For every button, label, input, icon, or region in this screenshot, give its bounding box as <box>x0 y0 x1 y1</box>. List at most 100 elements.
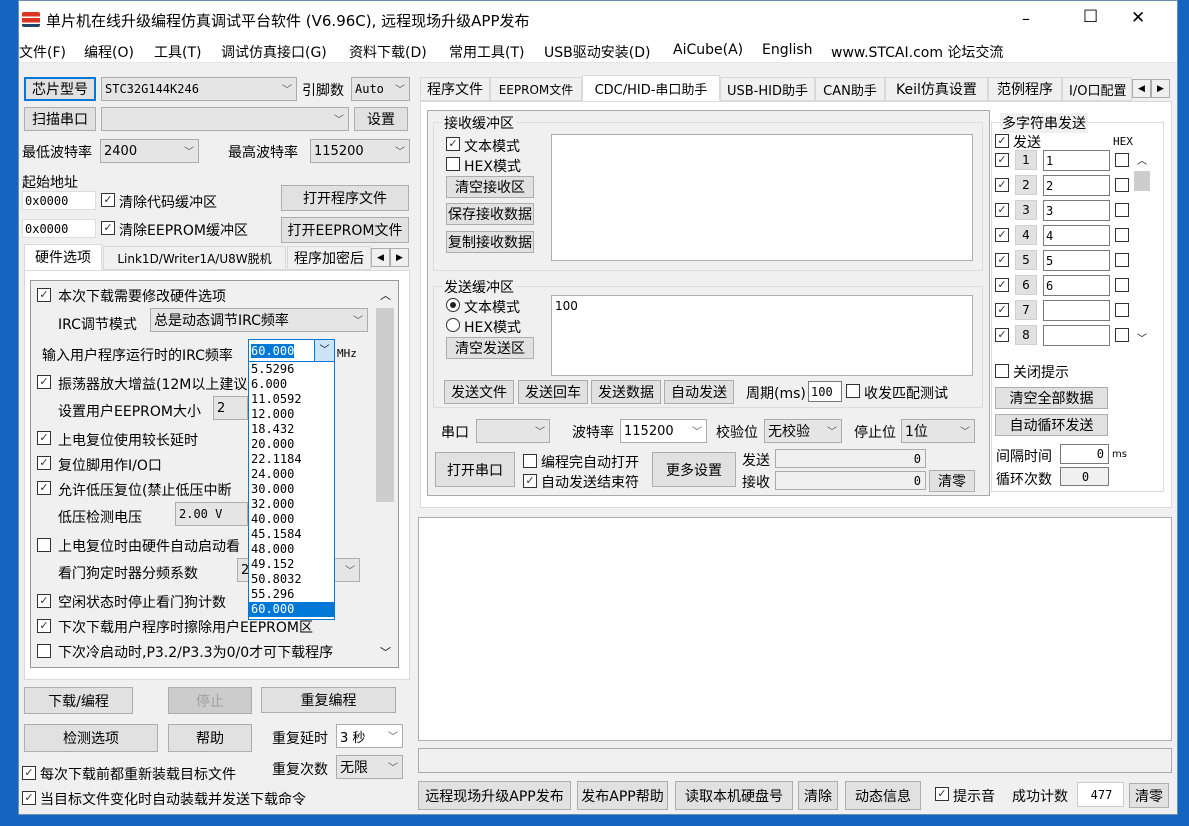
beep-checkbox[interactable]: ✓ <box>935 787 949 801</box>
multi-row-input[interactable]: 3 <box>1043 200 1110 221</box>
dynamic-info-button[interactable]: 动态信息 <box>845 781 921 810</box>
tab-scroll-right-icon[interactable]: ▶ <box>1151 79 1170 98</box>
irc-mode-select[interactable]: 总是动态调节IRC频率 ﹀ <box>150 308 368 332</box>
multi-row-hex-checkbox[interactable] <box>1115 303 1129 317</box>
serial-port-select[interactable]: ﹀ <box>476 419 550 443</box>
menu-tools[interactable]: 工具(T) <box>154 42 201 62</box>
stop-bits-select[interactable]: 1位 ﹀ <box>901 419 975 443</box>
close-tip-checkbox[interactable] <box>995 364 1009 378</box>
auto-send-button[interactable]: 自动发送 <box>664 380 734 404</box>
multi-row-hex-checkbox[interactable] <box>1115 328 1129 342</box>
menu-usb-driver[interactable]: USB驱动安装(D) <box>544 42 650 62</box>
send-data-button[interactable]: 发送数据 <box>591 380 661 404</box>
publish-help-button[interactable]: 发布APP帮助 <box>577 781 668 810</box>
parity-select[interactable]: 无校验 ﹀ <box>764 419 842 443</box>
scroll-down-icon[interactable]: ﹀ <box>380 644 391 660</box>
multi-row-input[interactable]: 6 <box>1043 275 1110 296</box>
menu-website[interactable]: www.STCAI.com 论坛交流 <box>831 42 1003 62</box>
scroll-thumb[interactable] <box>376 308 394 502</box>
tab-scroll-left-icon[interactable]: ◀ <box>371 248 390 267</box>
freq-option[interactable]: 55.296 <box>249 587 334 602</box>
tab-serial-assistant[interactable]: CDC/HID-串口助手 <box>582 75 720 101</box>
minimize-button[interactable]: – <box>1022 9 1030 28</box>
output-log[interactable] <box>418 517 1172 741</box>
multi-row-input[interactable]: 5 <box>1043 250 1110 271</box>
scroll-up-icon[interactable]: ︿ <box>1137 152 1147 167</box>
multi-row-checkbox[interactable]: ✓ <box>995 303 1009 317</box>
open-eeprom-file-button[interactable]: 打开EEPROM文件 <box>281 217 409 243</box>
reload-checkbox[interactable]: ✓ <box>22 766 36 780</box>
multi-row-input[interactable] <box>1043 325 1110 346</box>
freq-option[interactable]: 49.152 <box>249 557 334 572</box>
tab-encryption[interactable]: 程序加密后 <box>287 246 371 270</box>
maximize-button[interactable]: ☐ <box>1083 7 1098 27</box>
repeat-program-button[interactable]: 重复编程 <box>261 687 396 713</box>
multi-row-hex-checkbox[interactable] <box>1115 278 1129 292</box>
menu-english[interactable]: English <box>762 42 813 58</box>
auto-end-checkbox[interactable]: ✓ <box>523 474 537 488</box>
multi-row-send-button[interactable]: 7 <box>1015 300 1037 320</box>
menu-file[interactable]: 文件(F) <box>19 42 66 62</box>
period-input[interactable]: 100 <box>808 381 842 402</box>
multi-row-checkbox[interactable]: ✓ <box>995 228 1009 242</box>
clear-counter-button[interactable]: 清零 <box>929 470 975 492</box>
clear-all-data-button[interactable]: 清空全部数据 <box>995 387 1108 409</box>
osc-gain-checkbox[interactable]: ✓ <box>37 375 51 389</box>
multi-row-send-button[interactable]: 8 <box>1015 325 1037 345</box>
pins-select[interactable]: Auto ﹀ <box>351 77 410 101</box>
close-button[interactable]: ✕ <box>1131 8 1145 28</box>
multi-row-input[interactable]: 2 <box>1043 175 1110 196</box>
freq-option[interactable]: 5.5296 <box>249 362 334 377</box>
freq-option[interactable]: 20.000 <box>249 437 334 452</box>
reset-count-button[interactable]: 清零 <box>1129 783 1169 808</box>
long-delay-checkbox[interactable]: ✓ <box>37 431 51 445</box>
menu-program[interactable]: 编程(O) <box>84 42 134 62</box>
scroll-thumb[interactable] <box>1134 171 1150 191</box>
save-receive-button[interactable]: 保存接收数据 <box>446 203 534 225</box>
erase-eeprom-checkbox[interactable]: ✓ <box>37 619 51 633</box>
multi-row-send-button[interactable]: 3 <box>1015 200 1037 220</box>
modify-hw-checkbox[interactable]: ✓ <box>37 288 51 302</box>
baud-select[interactable]: 115200 ﹀ <box>620 419 707 443</box>
open-serial-button[interactable]: 打开串口 <box>435 452 515 487</box>
auto-loop-send-button[interactable]: 自动循环发送 <box>995 414 1108 436</box>
tab-eeprom-file[interactable]: EEPROM文件 <box>490 77 582 101</box>
tab-offline-programmer[interactable]: Link1D/Writer1A/U8W脱机 <box>103 246 286 270</box>
freq-option[interactable]: 40.000 <box>249 512 334 527</box>
tab-program-file[interactable]: 程序文件 <box>420 77 490 101</box>
cold-boot-checkbox[interactable] <box>37 644 51 658</box>
receive-textarea[interactable] <box>551 134 973 261</box>
irc-freq-input[interactable]: 60.000 ﹀ <box>248 339 335 362</box>
multi-send-all-checkbox[interactable]: ✓ <box>995 134 1009 148</box>
menu-common-tools[interactable]: 常用工具(T) <box>449 42 524 62</box>
multi-row-input[interactable]: 4 <box>1043 225 1110 246</box>
min-baud-select[interactable]: 2400 ﹀ <box>100 139 199 163</box>
recv-hex-mode-checkbox[interactable] <box>446 157 460 171</box>
idle-wdt-checkbox[interactable]: ✓ <box>37 594 51 608</box>
clear-code-checkbox[interactable]: ✓ <box>101 193 115 207</box>
code-address-input[interactable]: 0x0000 <box>22 191 96 210</box>
multi-row-hex-checkbox[interactable] <box>1115 203 1129 217</box>
options-scrollbar[interactable]: ︿ ﹀ <box>374 282 396 666</box>
freq-option[interactable]: 18.432 <box>249 422 334 437</box>
send-textarea[interactable]: 100 <box>551 295 973 376</box>
clear-eeprom-checkbox[interactable]: ✓ <box>101 221 115 235</box>
check-options-button[interactable]: 检测选项 <box>24 724 158 752</box>
copy-receive-button[interactable]: 复制接收数据 <box>446 231 534 253</box>
tab-can[interactable]: CAN助手 <box>815 77 885 101</box>
eeprom-size-select[interactable]: 2 <box>213 396 248 420</box>
scroll-down-icon[interactable]: ﹀ <box>1137 330 1147 345</box>
recv-text-mode-checkbox[interactable]: ✓ <box>446 137 460 151</box>
multi-row-send-button[interactable]: 2 <box>1015 175 1037 195</box>
multi-row-checkbox[interactable]: ✓ <box>995 178 1009 192</box>
tab-usb-hid[interactable]: USB-HID助手 <box>720 77 815 101</box>
freq-option[interactable]: 24.000 <box>249 467 334 482</box>
interval-input[interactable]: 0 <box>1060 444 1109 464</box>
multi-row-hex-checkbox[interactable] <box>1115 228 1129 242</box>
port-select[interactable]: ﹀ <box>101 107 349 131</box>
menu-downloads[interactable]: 资料下载(D) <box>349 42 427 62</box>
multi-row-send-button[interactable]: 6 <box>1015 275 1037 295</box>
wdt-auto-checkbox[interactable] <box>37 538 51 552</box>
chip-model-button[interactable]: 芯片型号 <box>24 77 96 101</box>
multi-row-send-button[interactable]: 5 <box>1015 250 1037 270</box>
